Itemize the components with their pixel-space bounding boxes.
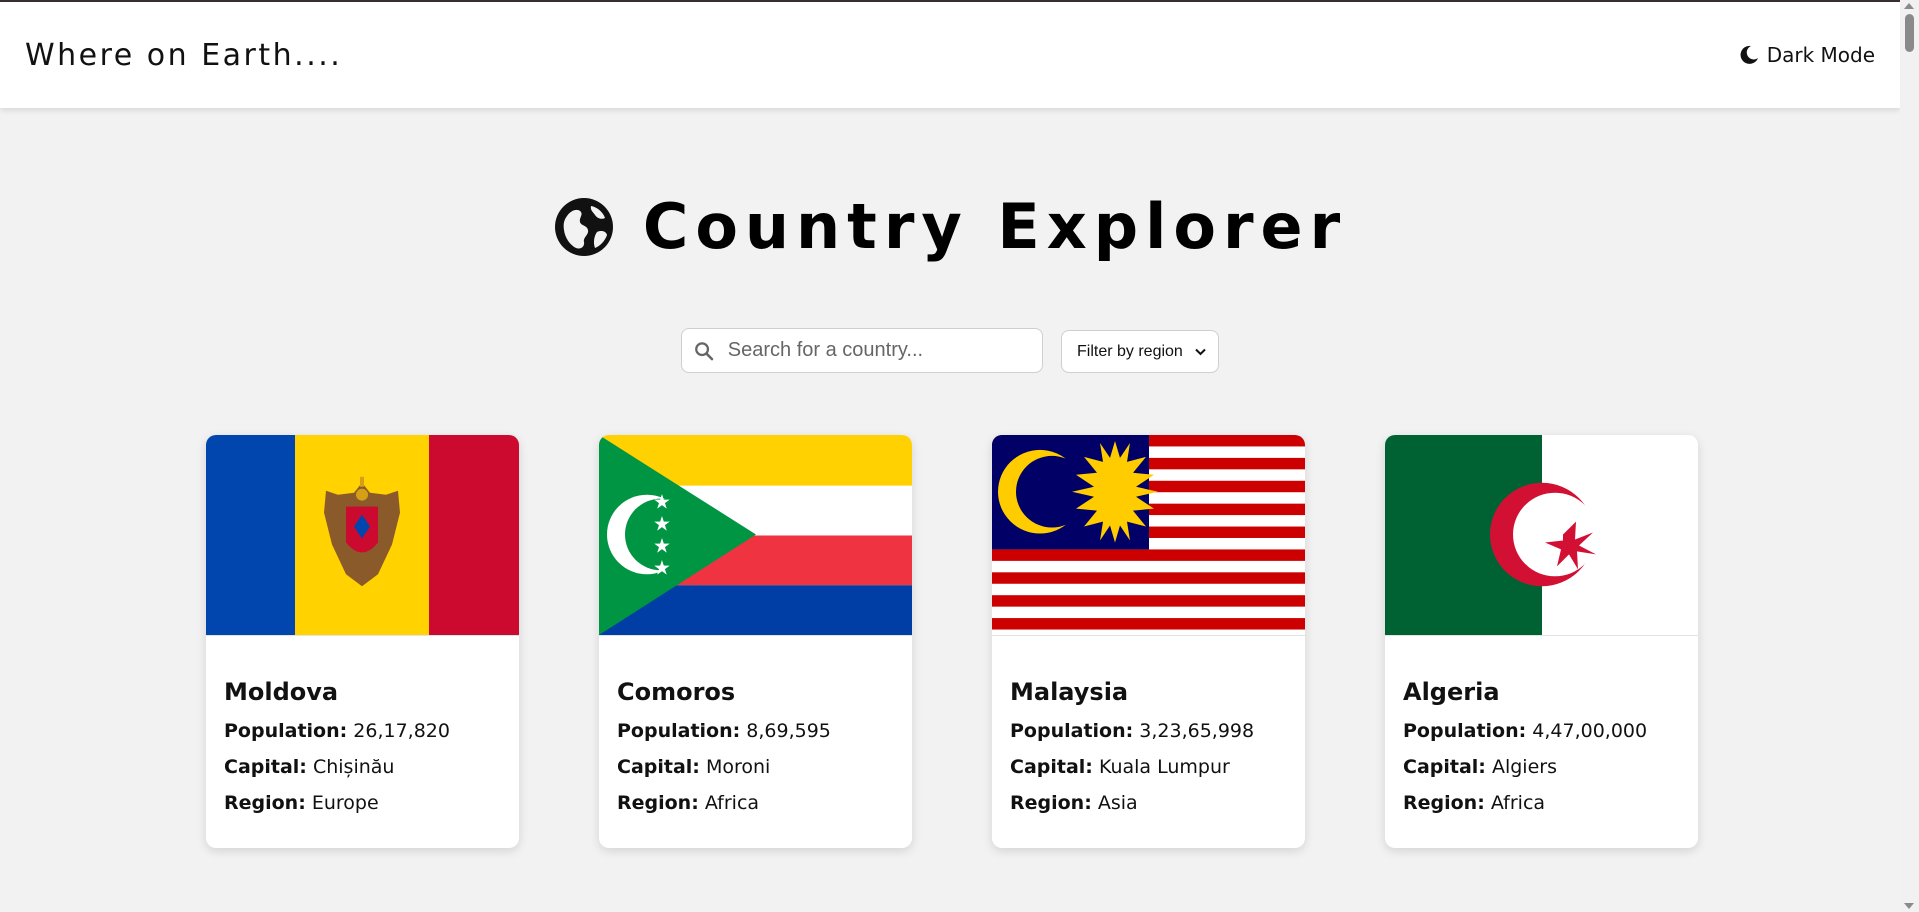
population-value: 26,17,820 [353, 720, 450, 742]
country-grid: Moldova Population: 26,17,820 Capital: C… [206, 435, 1698, 848]
region-row: Region: Africa [617, 792, 894, 814]
svg-text:★: ★ [653, 512, 671, 536]
population-value: 8,69,595 [746, 720, 831, 742]
capital-value: Kuala Lumpur [1098, 756, 1230, 778]
capital-label: Capital: [617, 756, 700, 778]
capital-label: Capital: [1403, 756, 1486, 778]
population-label: Population: [1010, 720, 1134, 742]
chevron-down-icon [1195, 348, 1206, 355]
population-value: 3,23,65,998 [1139, 720, 1255, 742]
country-name: Comoros [617, 678, 736, 706]
region-filter-select[interactable]: Filter by region [1061, 330, 1219, 373]
svg-text:★: ★ [653, 555, 671, 579]
region-label: Region: [1403, 792, 1485, 814]
scroll-thumb[interactable] [1905, 14, 1914, 52]
capital-label: Capital: [224, 756, 307, 778]
card-info: Algeria Population: 4,47,00,000 Capital:… [1385, 636, 1698, 814]
population-row: Population: 8,69,595 [617, 720, 894, 742]
country-card[interactable]: Algeria Population: 4,47,00,000 Capital:… [1385, 435, 1698, 848]
stars: ★ ★ ★ ★ [653, 490, 671, 580]
flag-moldova [206, 435, 519, 636]
population-row: Population: 4,47,00,000 [1403, 720, 1680, 742]
region-label: Region: [224, 792, 306, 814]
card-info: Comoros Population: 8,69,595 Capital: Mo… [599, 636, 912, 814]
card-info: Moldova Population: 26,17,820 Capital: C… [206, 636, 519, 814]
brand-title: Where on Earth.... [25, 37, 343, 73]
page-scrollbar[interactable] [1900, 0, 1919, 912]
capital-row: Capital: Algiers [1403, 756, 1680, 778]
card-info: Malaysia Population: 3,23,65,998 Capital… [992, 636, 1305, 814]
region-label: Region: [1010, 792, 1092, 814]
capital-value: Chișinău [312, 756, 395, 778]
region-value: Europe [311, 792, 379, 814]
dark-mode-toggle[interactable]: Dark Mode [1739, 43, 1875, 67]
country-card[interactable]: ★ ★ ★ ★ Comoros Population: 8,69,595 Cap… [599, 435, 912, 848]
country-name: Algeria [1403, 678, 1500, 706]
svg-text:★: ★ [653, 490, 671, 514]
capital-row: Capital: Moroni [617, 756, 894, 778]
region-row: Region: Europe [224, 792, 501, 814]
globe-icon [554, 197, 613, 256]
region-value: Africa [1490, 792, 1546, 814]
capital-row: Capital: Kuala Lumpur [1010, 756, 1287, 778]
country-name: Malaysia [1010, 678, 1129, 706]
dark-mode-label: Dark Mode [1766, 43, 1875, 67]
capital-label: Capital: [1010, 756, 1093, 778]
capital-row: Capital: Chișinău [224, 756, 501, 778]
scroll-up-arrow[interactable] [1904, 3, 1914, 9]
capital-value: Moroni [705, 756, 771, 778]
population-value: 4,47,00,000 [1532, 720, 1648, 742]
hero: Country Explorer [0, 190, 1900, 263]
capital-value: Algiers [1491, 756, 1557, 778]
flag-malaysia [992, 435, 1305, 636]
population-label: Population: [224, 720, 348, 742]
population-row: Population: 26,17,820 [224, 720, 501, 742]
region-row: Region: Asia [1010, 792, 1287, 814]
country-card[interactable]: Moldova Population: 26,17,820 Capital: C… [206, 435, 519, 848]
region-label: Region: [617, 792, 699, 814]
search-box[interactable] [681, 328, 1043, 373]
svg-text:★: ★ [653, 533, 671, 557]
region-value: Africa [704, 792, 760, 814]
region-value: Asia [1097, 792, 1138, 814]
region-filter-value: Filter by region [1077, 342, 1183, 360]
population-label: Population: [617, 720, 741, 742]
population-row: Population: 3,23,65,998 [1010, 720, 1287, 742]
population-label: Population: [1403, 720, 1527, 742]
navbar: Where on Earth.... Dark Mode [0, 2, 1900, 108]
page-title: Country Explorer [642, 190, 1348, 263]
search-icon [695, 341, 714, 360]
country-card[interactable]: Malaysia Population: 3,23,65,998 Capital… [992, 435, 1305, 848]
search-controls: Filter by region [0, 328, 1900, 373]
scroll-down-arrow[interactable] [1904, 903, 1914, 909]
region-row: Region: Africa [1403, 792, 1680, 814]
flag-comoros: ★ ★ ★ ★ [599, 435, 912, 636]
moon-icon [1740, 45, 1758, 64]
flag-algeria [1385, 435, 1698, 636]
search-input[interactable] [727, 339, 1030, 362]
country-name: Moldova [224, 678, 339, 706]
